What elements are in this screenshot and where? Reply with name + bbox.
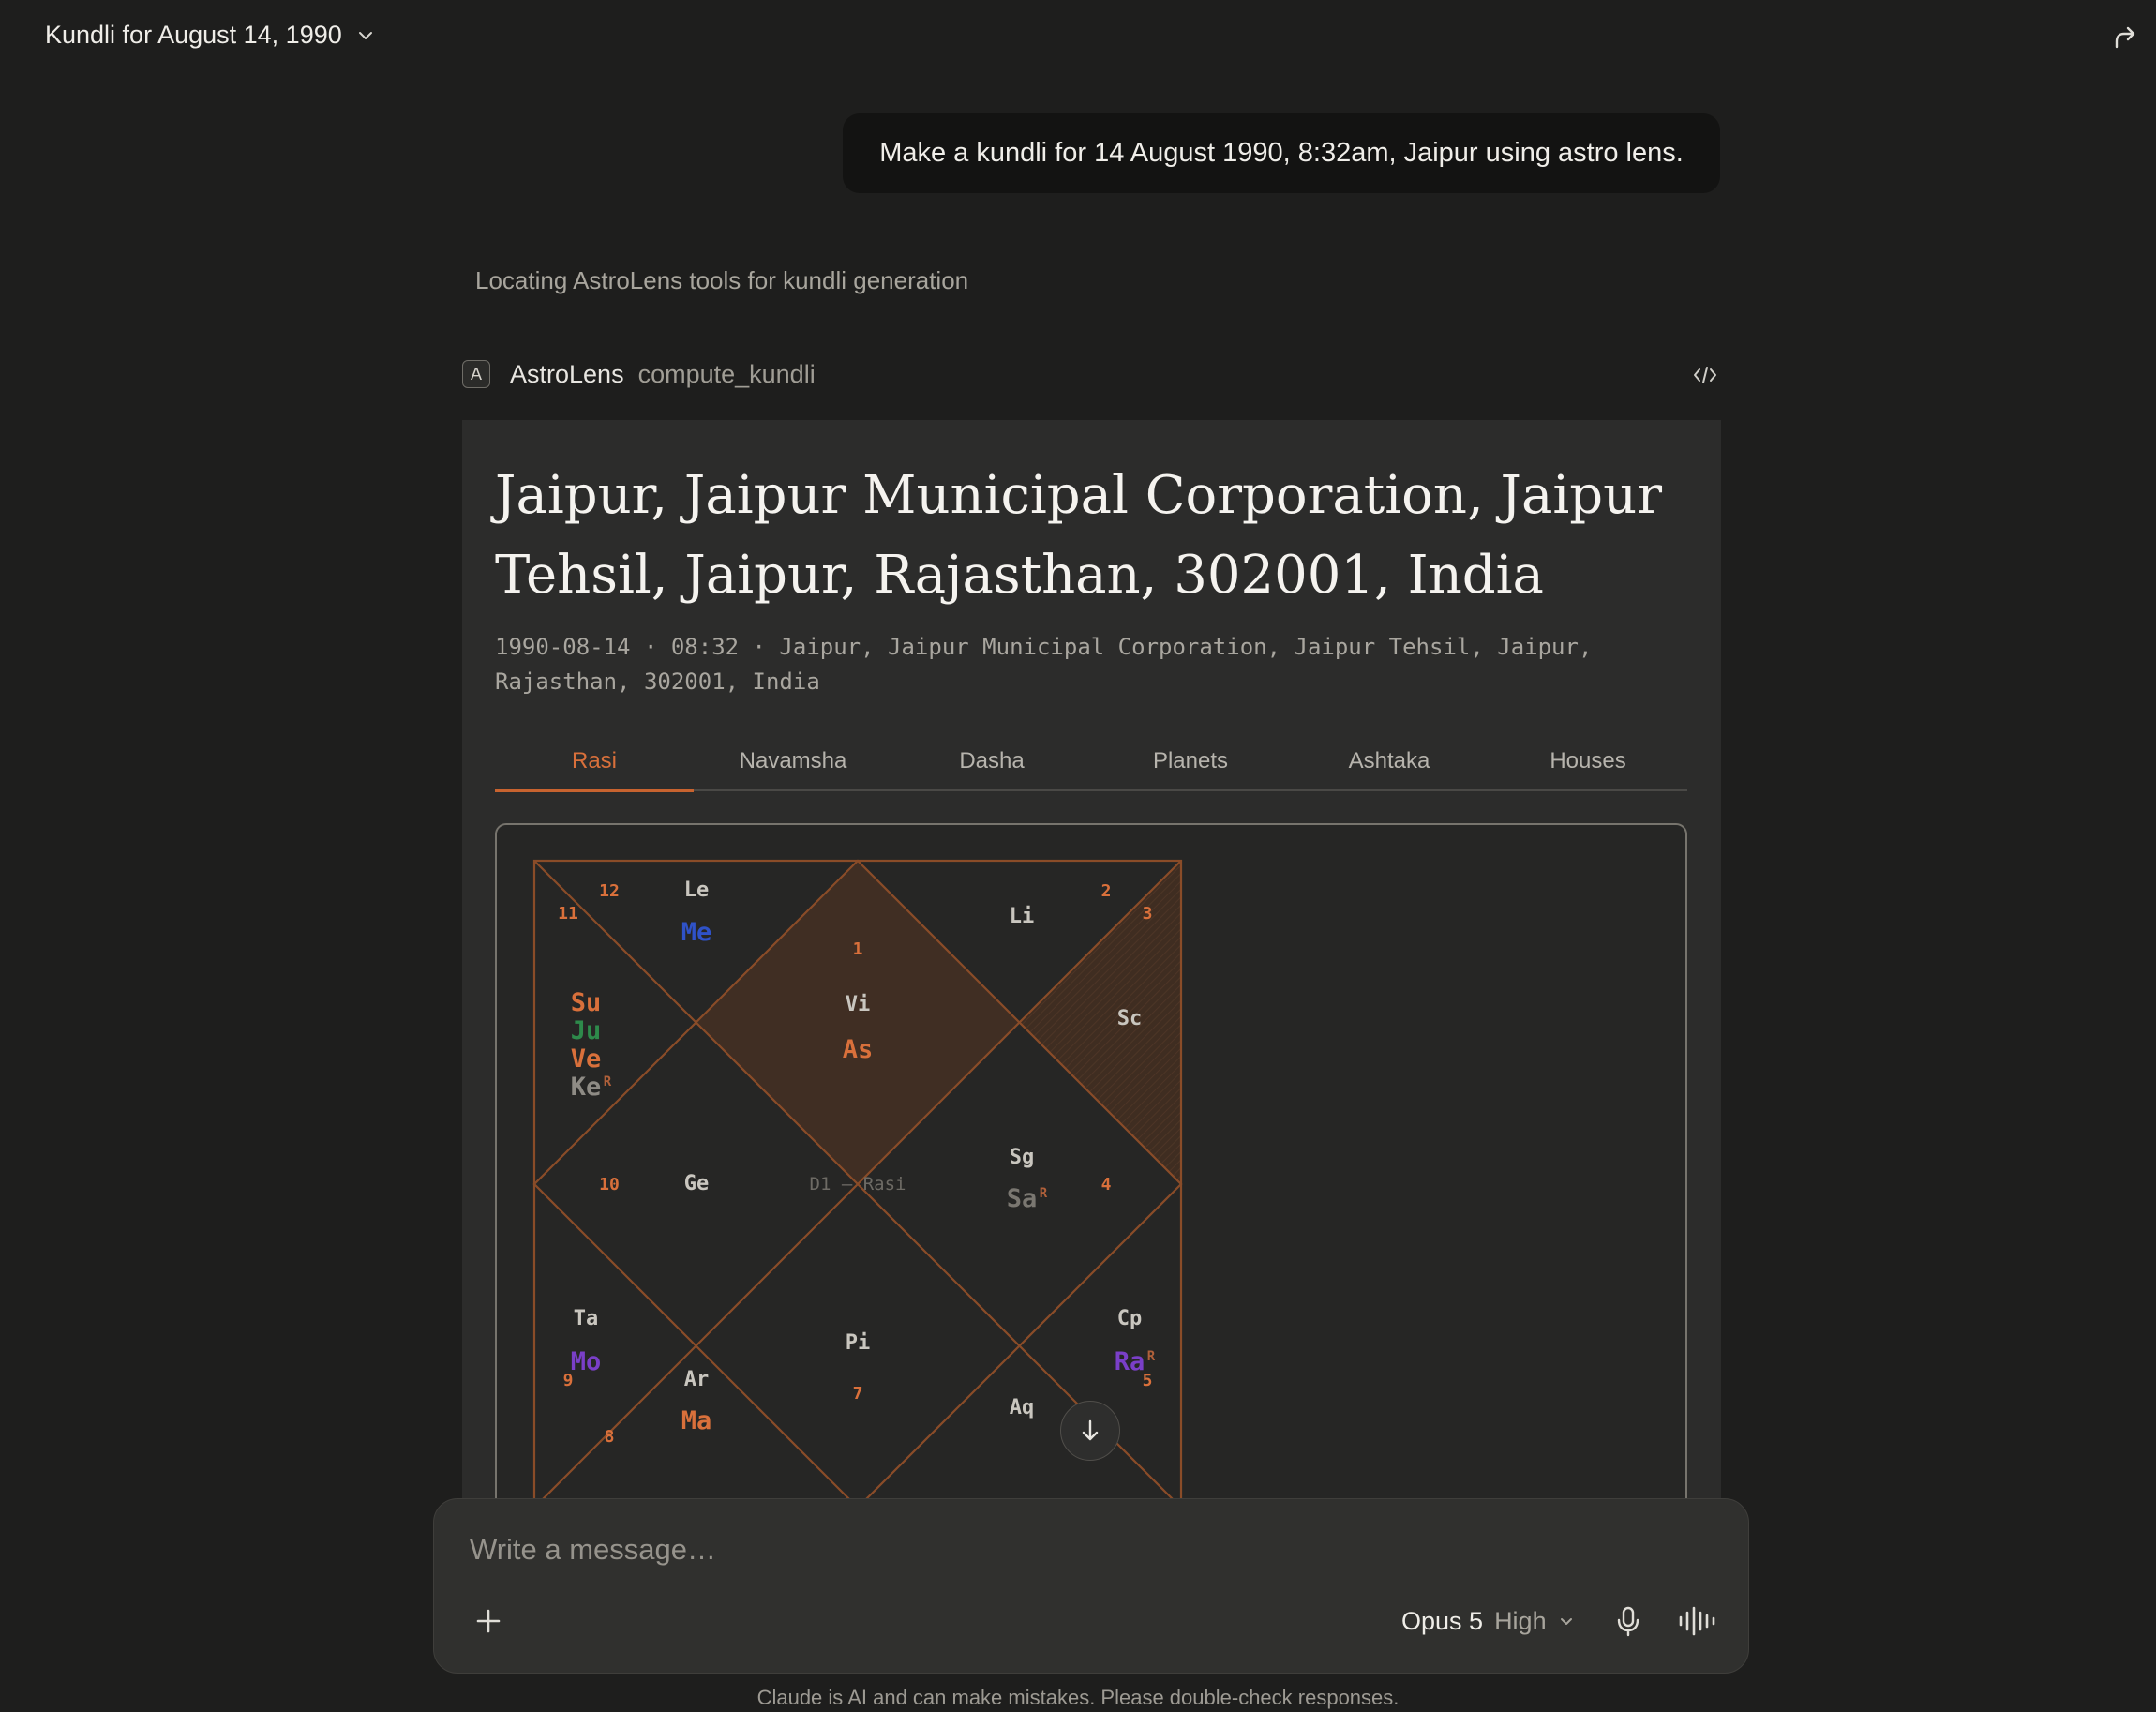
sign-ge: Ge [684, 1172, 710, 1195]
tab-houses[interactable]: Houses [1489, 737, 1687, 789]
sign-vi: Vi [846, 993, 871, 1016]
effort-level: High [1494, 1606, 1547, 1635]
house-number-2: 2 [1101, 881, 1112, 901]
thinking-status[interactable]: Locating AstroLens tools for kundli gene… [475, 266, 968, 295]
chevron-down-icon [358, 31, 372, 39]
planet-su: Su [571, 988, 602, 1017]
sign-ar: Ar [684, 1368, 710, 1391]
disclaimer-text: Claude is AI and can make mistakes. Plea… [756, 1686, 1400, 1709]
house-number-12: 12 [599, 881, 620, 901]
planet-ju: Ju [571, 1016, 602, 1045]
house-number-10: 10 [599, 1175, 620, 1194]
retrograde-mark: R [1040, 1186, 1048, 1201]
tool-call-header: A AstroLens compute_kundli [462, 354, 1721, 394]
sign-ta: Ta [574, 1307, 599, 1330]
arrow-down-icon [1082, 1419, 1099, 1441]
model-selector[interactable]: Opus 5 High [1401, 1602, 1575, 1640]
house-number-11: 11 [558, 904, 578, 924]
voice-waveform-icon[interactable] [1676, 1602, 1717, 1640]
share-arrow-icon[interactable] [2105, 19, 2143, 56]
app-badge: A [462, 360, 490, 388]
sign-sc: Sc [1117, 1007, 1143, 1030]
user-message-text: Make a kundli for 14 August 1990, 8:32am… [879, 138, 1684, 168]
sign-aq: Aq [1010, 1396, 1035, 1419]
lagna-house-highlight [696, 861, 1020, 1184]
scroll-to-bottom-button[interactable] [1060, 1401, 1120, 1461]
chart-center-label: D1 — Rasi [810, 1174, 906, 1194]
sign-sg: Sg [1010, 1146, 1035, 1169]
house-number-8: 8 [605, 1427, 615, 1447]
model-name: Opus 5 [1401, 1606, 1484, 1635]
planet-ra: Ra [1115, 1347, 1145, 1376]
retrograde-mark: R [604, 1074, 612, 1089]
house-number-7: 7 [853, 1384, 863, 1404]
planet-ve: Ve [571, 1044, 602, 1074]
planet-ke: Ke [571, 1073, 602, 1102]
house-number-4: 4 [1101, 1175, 1112, 1194]
planet-as: As [843, 1035, 874, 1064]
tool-function-name: compute_kundli [637, 359, 816, 388]
planet-mo: Mo [571, 1347, 602, 1376]
sign-le: Le [684, 879, 710, 902]
message-input[interactable] [470, 1525, 1688, 1574]
house-number-3: 3 [1143, 904, 1153, 924]
tab-dasha[interactable]: Dasha [892, 737, 1091, 789]
conversation-title-menu[interactable]: Kundli for August 14, 1990 [45, 21, 376, 50]
house-3-highlight [1019, 861, 1181, 1184]
tool-app-name: AstroLens [510, 359, 624, 388]
conversation-title: Kundli for August 14, 1990 [45, 21, 342, 49]
microphone-icon[interactable] [1610, 1602, 1647, 1640]
user-message-bubble: Make a kundli for 14 August 1990, 8:32am… [843, 113, 1720, 193]
top-bar: Kundli for August 14, 1990 [0, 0, 2156, 75]
plus-icon[interactable] [470, 1602, 507, 1640]
sign-cp: Cp [1117, 1307, 1143, 1330]
planet-sa: Sa [1007, 1184, 1038, 1213]
rasi-chart: D1 — Rasi1ViAs2Li3Sc4SgSaR5CpRaR6Aq7Pi8A… [532, 859, 1183, 1498]
kundli-tabs: Rasi Navamsha Dasha Planets Ashtaka Hous… [495, 737, 1687, 792]
sign-pi: Pi [846, 1331, 871, 1355]
kundli-card: Jaipur, Jaipur Municipal Corporation, Ja… [462, 420, 1721, 1498]
planet-me: Me [681, 918, 712, 947]
retrograde-mark: R [1147, 1349, 1156, 1364]
birth-details: 1990-08-14 · 08:32 · Jaipur, Jaipur Muni… [495, 634, 1593, 695]
place-title: Jaipur, Jaipur Municipal Corporation, Ja… [495, 465, 1662, 606]
tab-rasi[interactable]: Rasi [495, 737, 694, 792]
chevron-down-icon [1560, 1618, 1572, 1625]
rasi-chart-panel: D1 — Rasi1ViAs2Li3Sc4SgSaR5CpRaR6Aq7Pi8A… [495, 823, 1687, 1498]
message-composer: Opus 5 High [433, 1498, 1749, 1674]
tab-planets[interactable]: Planets [1091, 737, 1290, 789]
sign-li: Li [1010, 905, 1035, 928]
code-icon[interactable] [1689, 359, 1721, 391]
tab-navamsha[interactable]: Navamsha [694, 737, 892, 789]
house-number-1: 1 [853, 939, 863, 959]
planet-ma: Ma [681, 1406, 712, 1435]
tab-ashtaka[interactable]: Ashtaka [1290, 737, 1489, 789]
